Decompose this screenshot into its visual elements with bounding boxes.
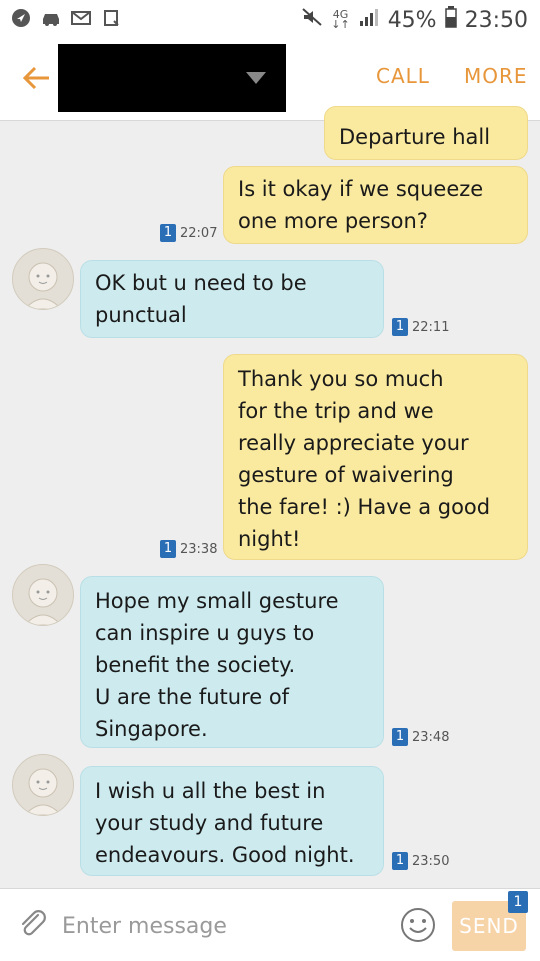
unread-count: 1 — [392, 728, 408, 746]
more-button[interactable]: MORE — [464, 64, 528, 88]
unread-count: 1 — [160, 540, 176, 558]
message-time: 23:38 — [180, 541, 218, 557]
message-time: 22:11 — [412, 319, 450, 335]
call-button[interactable]: CALL — [376, 64, 430, 88]
system-indicators: 4G ↓↑ 45% 23:50 — [301, 6, 528, 34]
emoji-button[interactable] — [400, 907, 436, 943]
network-type: 4G ↓↑ — [331, 9, 350, 31]
mail-icon — [70, 8, 92, 28]
clock: 23:50 — [464, 7, 528, 33]
avatar-face-icon — [24, 768, 62, 815]
composer-bar: SEND 1 — [0, 888, 540, 961]
mute-icon — [301, 7, 323, 33]
car-icon — [40, 8, 62, 28]
message-meta: 1 23:38 — [160, 540, 217, 558]
battery-percent: 45% — [387, 7, 437, 33]
signal-icon — [358, 7, 380, 33]
message-meta: 1 23:50 — [392, 852, 449, 870]
message-meta: 1 23:48 — [392, 728, 449, 746]
back-arrow-icon — [22, 66, 49, 90]
message-time: 23:50 — [412, 853, 450, 869]
message-meta: 1 22:11 — [392, 318, 449, 336]
unread-count: 1 — [392, 318, 408, 336]
notification-icons — [10, 8, 122, 28]
network-activity: ↓↑ — [331, 18, 350, 31]
send-sim-badge: 1 — [508, 891, 528, 913]
avatar-face-icon — [24, 578, 62, 625]
message-bubble-incoming[interactable]: OK but u need to be punctual — [80, 260, 384, 338]
message-bubble-outgoing[interactable]: Departure hall — [324, 106, 528, 160]
avatar[interactable] — [12, 564, 74, 626]
status-bar: 4G ↓↑ 45% 23:50 — [0, 0, 540, 38]
avatar[interactable] — [12, 754, 74, 816]
navigation-icon — [10, 8, 32, 28]
smiley-icon — [401, 908, 435, 942]
chevron-down-icon[interactable] — [246, 72, 266, 84]
battery-icon — [444, 6, 457, 34]
avatar-face-icon — [24, 262, 62, 309]
avatar[interactable] — [12, 248, 74, 310]
unread-count: 1 — [392, 852, 408, 870]
message-time: 23:48 — [412, 729, 450, 745]
message-bubble-outgoing[interactable]: Thank you so much for the trip and we re… — [223, 354, 528, 560]
unread-count: 1 — [160, 224, 176, 242]
message-input[interactable] — [60, 907, 364, 945]
attach-button[interactable] — [16, 907, 50, 941]
message-time: 22:07 — [180, 225, 218, 241]
download-icon — [100, 8, 122, 28]
message-bubble-outgoing[interactable]: Is it okay if we squeeze one more person… — [223, 166, 528, 244]
back-button[interactable] — [18, 60, 54, 96]
message-bubble-incoming[interactable]: I wish u all the best in your study and … — [80, 766, 384, 876]
contact-name-redacted[interactable] — [58, 44, 286, 112]
message-meta: 1 22:07 — [160, 224, 217, 242]
message-bubble-incoming[interactable]: Hope my small gesture can inspire u guys… — [80, 576, 384, 748]
paperclip-icon — [21, 910, 46, 936]
